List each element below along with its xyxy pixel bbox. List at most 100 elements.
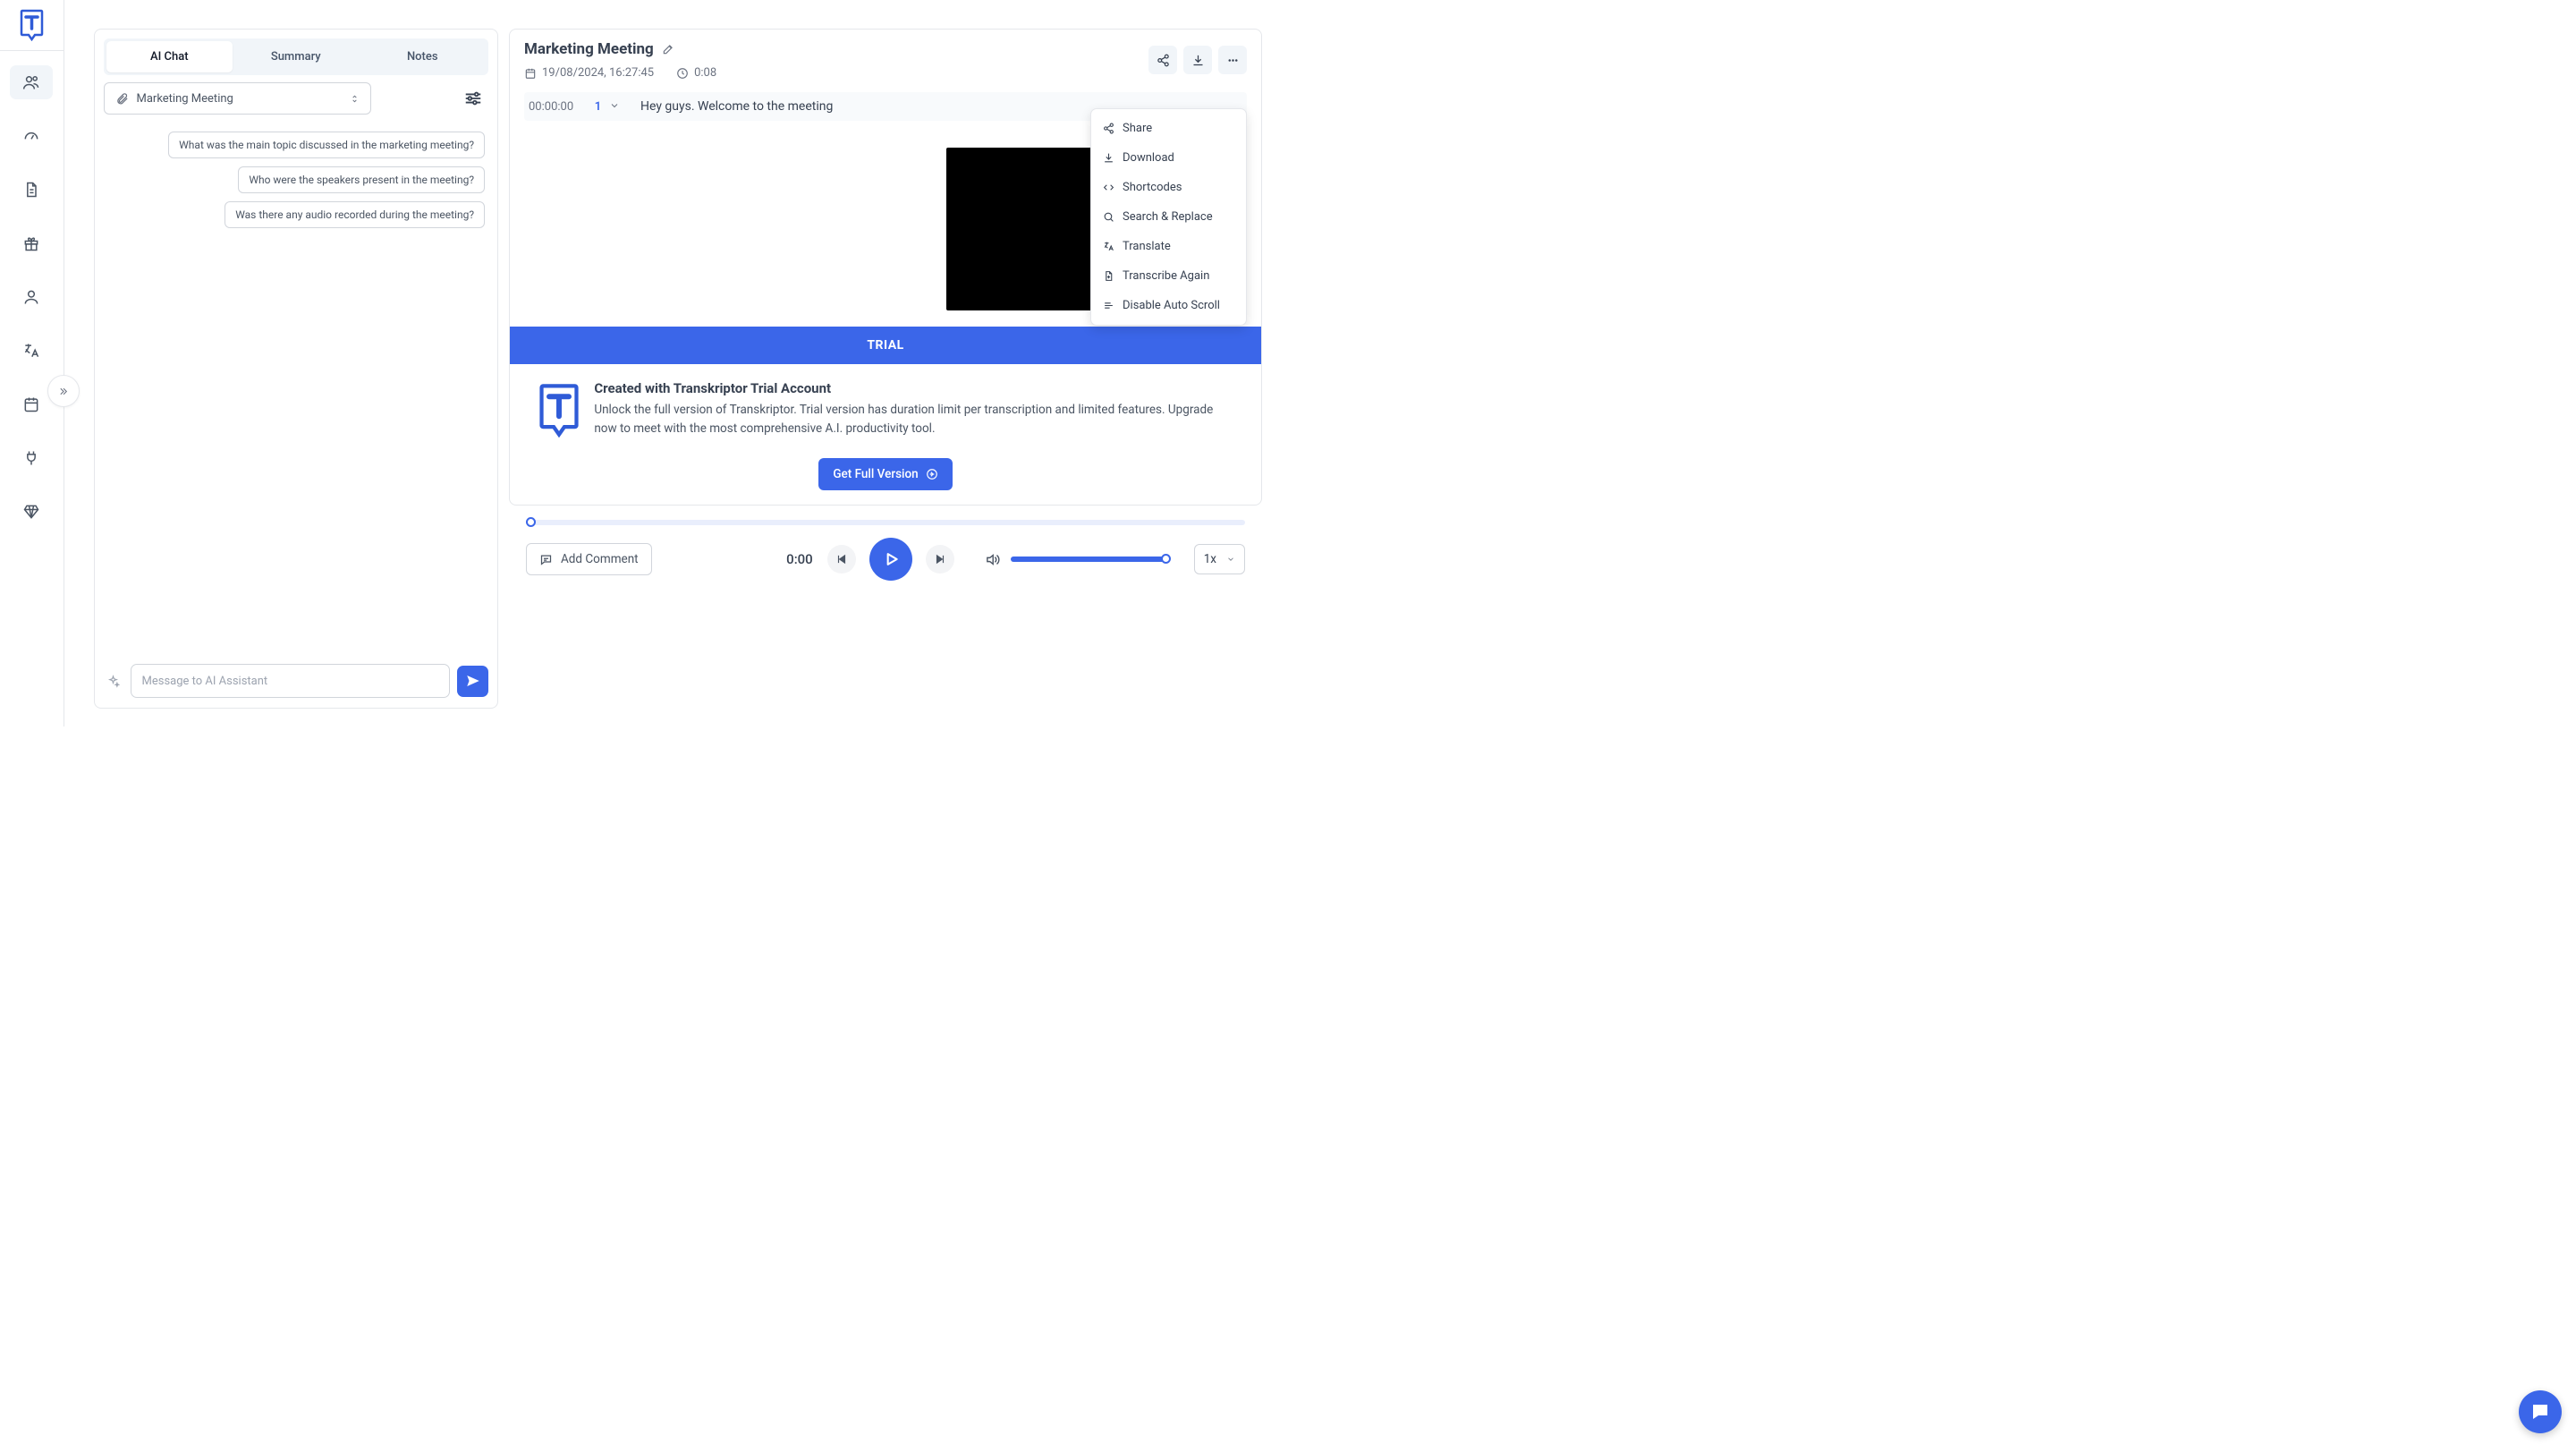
chevron-down-icon xyxy=(1226,555,1235,564)
ai-sparkle-icon xyxy=(104,671,123,691)
duration-meta: 0:08 xyxy=(676,66,716,80)
date-meta: 19/08/2024, 16:27:45 xyxy=(524,66,654,80)
next-button[interactable] xyxy=(926,545,954,574)
suggestion-item[interactable]: Who were the speakers present in the mee… xyxy=(238,166,485,193)
comment-icon xyxy=(539,553,553,566)
ai-panel: AI Chat Summary Notes Marketing Meeting … xyxy=(94,29,499,709)
trial-heading: Created with Transkriptor Trial Account xyxy=(594,380,1236,396)
paperclip-icon xyxy=(115,92,129,106)
edit-icon[interactable] xyxy=(662,43,674,55)
share-button[interactable] xyxy=(1148,46,1177,74)
translate-icon xyxy=(1103,241,1114,252)
transcript-text: Hey guys. Welcome to the meeting xyxy=(640,99,833,114)
search-icon xyxy=(1103,211,1114,223)
nav-dashboard[interactable] xyxy=(10,119,53,153)
diamond-icon xyxy=(22,503,40,521)
dd-download[interactable]: Download xyxy=(1091,143,1246,173)
plug-icon xyxy=(22,449,40,467)
scrub-thumb[interactable] xyxy=(526,517,536,527)
scrubber[interactable] xyxy=(509,506,1262,525)
suggestion-item[interactable]: What was the main topic discussed in the… xyxy=(168,132,485,158)
add-comment-button[interactable]: Add Comment xyxy=(526,543,652,575)
clock-icon xyxy=(676,67,689,80)
dd-shortcodes[interactable]: Shortcodes xyxy=(1091,173,1246,202)
nav-language[interactable] xyxy=(10,334,53,368)
calendar-icon xyxy=(22,395,40,413)
transcript-panel: Marketing Meeting 19/08/2024, 16:27:45 0… xyxy=(509,29,1262,709)
send-button[interactable] xyxy=(457,666,488,697)
tab-ai-chat[interactable]: AI Chat xyxy=(106,41,233,72)
tab-notes[interactable]: Notes xyxy=(360,41,487,72)
nav-integration[interactable] xyxy=(10,441,53,475)
chat-bubble-icon xyxy=(2529,1401,2551,1423)
more-icon xyxy=(1226,54,1240,67)
dd-transcribe-again[interactable]: Transcribe Again xyxy=(1091,261,1246,291)
filter-button[interactable] xyxy=(462,88,484,109)
more-button[interactable] xyxy=(1218,46,1247,74)
ai-tabs: AI Chat Summary Notes xyxy=(104,38,489,75)
attachment-select[interactable]: Marketing Meeting xyxy=(104,82,372,115)
dd-translate[interactable]: Translate xyxy=(1091,232,1246,261)
play-icon xyxy=(882,550,900,568)
sliders-icon xyxy=(463,89,483,108)
chevron-down-icon[interactable] xyxy=(609,100,627,113)
card-header: Marketing Meeting 19/08/2024, 16:27:45 0… xyxy=(510,30,1261,88)
page-title: Marketing Meeting xyxy=(524,40,654,58)
chat-input[interactable]: Message to AI Assistant xyxy=(131,664,451,698)
send-icon xyxy=(465,673,481,689)
main-content: AI Chat Summary Notes Marketing Meeting … xyxy=(64,0,1289,726)
trial-logo xyxy=(535,380,583,446)
gauge-icon xyxy=(22,127,40,145)
nav-people[interactable] xyxy=(10,65,53,99)
suggestion-item[interactable]: Was there any audio recorded during the … xyxy=(225,201,485,228)
transcript-speaker[interactable]: 1 xyxy=(593,98,603,115)
more-dropdown: Share Download Shortcodes Search & Repla… xyxy=(1090,108,1247,326)
dd-search-replace[interactable]: Search & Replace xyxy=(1091,202,1246,232)
prev-button[interactable] xyxy=(827,545,856,574)
people-icon xyxy=(22,73,40,91)
calendar-icon xyxy=(524,67,537,80)
trial-body: Created with Transkriptor Trial Account … xyxy=(510,364,1261,458)
user-icon xyxy=(22,288,40,306)
document-icon xyxy=(22,181,40,199)
transcript-timestamp: 00:00:00 xyxy=(529,100,587,114)
play-button[interactable] xyxy=(869,538,912,581)
nav-rail xyxy=(0,0,64,726)
support-chat-button[interactable] xyxy=(2519,1390,2562,1433)
transkriptor-logo-icon xyxy=(20,9,44,41)
share-icon xyxy=(1157,54,1170,67)
volume-thumb[interactable] xyxy=(1161,554,1171,564)
get-full-version-button[interactable]: Get Full Version xyxy=(818,458,952,490)
list-icon xyxy=(1103,300,1114,311)
dd-share[interactable]: Share xyxy=(1091,114,1246,143)
gift-icon xyxy=(22,234,40,252)
download-icon xyxy=(1103,152,1114,164)
nav-files[interactable] xyxy=(10,173,53,207)
tab-summary[interactable]: Summary xyxy=(233,41,360,72)
current-time: 0:00 xyxy=(786,551,813,567)
dd-disable-auto-scroll[interactable]: Disable Auto Scroll xyxy=(1091,291,1246,320)
suggestions-list: What was the main topic discussed in the… xyxy=(104,132,489,228)
nav-rewards[interactable] xyxy=(10,226,53,260)
skip-forward-icon xyxy=(934,553,946,565)
logo[interactable] xyxy=(0,0,64,51)
download-button[interactable] xyxy=(1183,46,1212,74)
volume-icon[interactable] xyxy=(985,552,1000,567)
select-arrows-icon xyxy=(350,94,360,104)
nav-account[interactable] xyxy=(10,280,53,314)
volume-slider[interactable] xyxy=(1011,557,1167,562)
attachment-label: Marketing Meeting xyxy=(137,92,343,106)
player-bar: Add Comment 0:00 1x xyxy=(509,525,1262,585)
translate-icon xyxy=(22,342,40,360)
skip-back-icon xyxy=(835,553,848,565)
trial-description: Unlock the full version of Transkriptor.… xyxy=(594,401,1236,438)
arrow-circle-right-icon xyxy=(926,468,938,480)
speed-select[interactable]: 1x xyxy=(1194,544,1245,574)
nav-calendar[interactable] xyxy=(10,387,53,421)
file-plus-icon xyxy=(1103,270,1114,282)
nav-premium[interactable] xyxy=(10,495,53,529)
code-icon xyxy=(1103,182,1114,193)
trial-badge: TRIAL xyxy=(510,327,1261,364)
download-icon xyxy=(1191,54,1205,67)
share-icon xyxy=(1103,123,1114,134)
